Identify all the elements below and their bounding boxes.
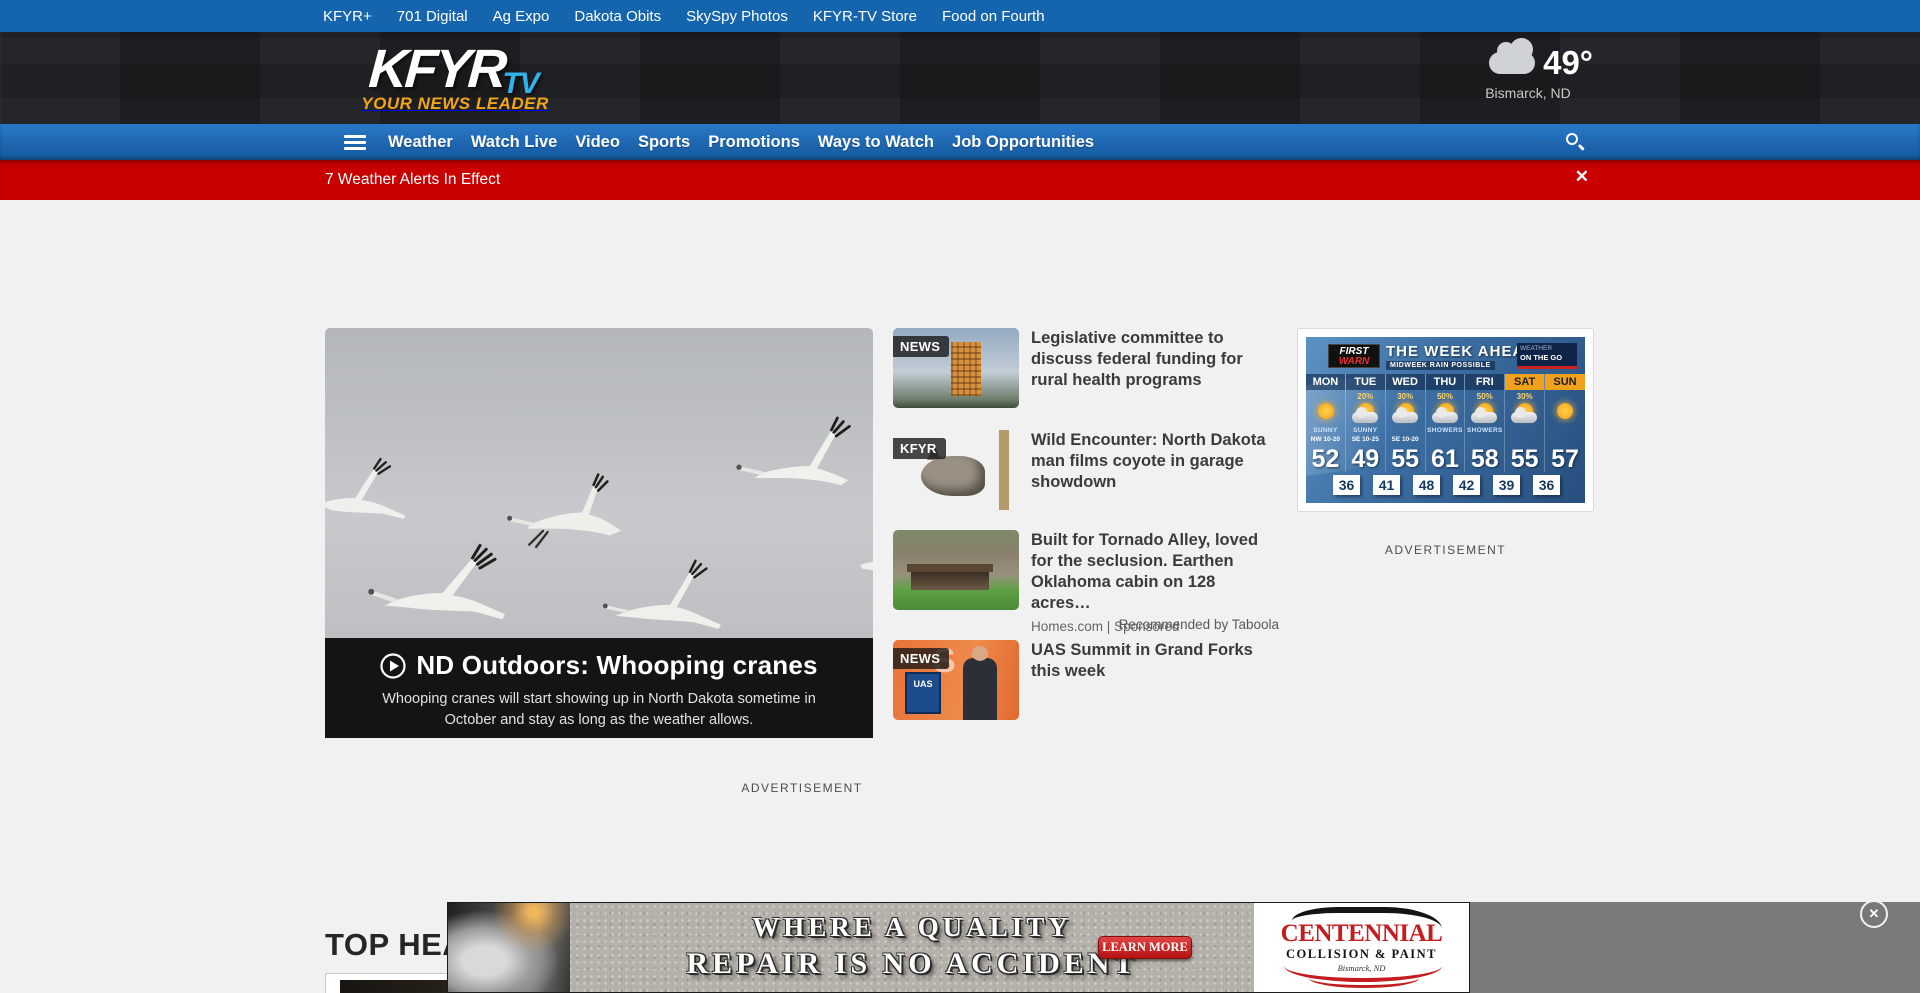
main-navigation: Weather Watch Live Video Sports Promotio…: [0, 124, 1920, 160]
sun-cloud-icon: [1465, 401, 1504, 427]
sun-cloud-icon: [1386, 401, 1425, 427]
sponsor-separator: |: [1107, 619, 1111, 634]
first-warn-logo: FIRST WARN: [1328, 344, 1380, 368]
alert-close-icon[interactable]: ✕: [1575, 168, 1589, 185]
car-silhouette-icon: [1292, 907, 1442, 929]
forecast-day-fri: FRI 50% SHOWERS 58: [1465, 374, 1505, 472]
header-weather-widget[interactable]: 49° Bismarck, ND: [1463, 44, 1593, 101]
nav-weather[interactable]: Weather: [388, 133, 453, 152]
story-headline[interactable]: Legislative committee to discuss federal…: [1031, 328, 1279, 391]
utility-link-store[interactable]: KFYR-TV Store: [813, 8, 917, 25]
story-thumbnail-capitol: NEWS: [893, 328, 1019, 408]
search-icon[interactable]: [1563, 131, 1587, 155]
weather-on-the-go-logo: WEATHER ON THE GO: [1517, 343, 1577, 369]
utility-link-dakota-obits[interactable]: Dakota Obits: [574, 8, 661, 25]
week-ahead-graphic: FIRST WARN THE WEEK AHEAD MIDWEEK RAIN P…: [1306, 337, 1585, 503]
logo-tv-text: TV: [502, 67, 538, 101]
story-thumbnail-cabin: [893, 530, 1019, 610]
story-legislative-committee[interactable]: NEWS Legislative committee to discuss fe…: [893, 328, 1279, 408]
forecast-day-wed: WED 30% SE 10-20 55: [1386, 374, 1426, 472]
sun-cloud-icon: [1346, 401, 1385, 427]
nav-job-opportunities[interactable]: Job Opportunities: [952, 133, 1094, 152]
utility-link-food-on-fourth[interactable]: Food on Fourth: [942, 8, 1045, 25]
story-badge: NEWS: [893, 648, 949, 669]
story-thumbnail-coyote: KFYR: [893, 430, 1019, 510]
advertiser-city: Bismarck, ND: [1254, 963, 1469, 973]
play-icon: [380, 653, 406, 679]
overnight-lows-row: 36 41 48 42 39 36: [1306, 475, 1585, 497]
sponsor-source[interactable]: Homes.com: [1031, 619, 1103, 634]
alert-text[interactable]: 7 Weather Alerts In Effect: [325, 171, 500, 189]
hero-title[interactable]: ND Outdoors: Whooping cranes: [416, 650, 817, 681]
utility-link-ag-expo[interactable]: Ag Expo: [493, 8, 550, 25]
advertisement-label-right: ADVERTISEMENT: [1297, 543, 1594, 557]
nav-watch-live[interactable]: Watch Live: [471, 133, 558, 152]
nav-video[interactable]: Video: [575, 133, 620, 152]
sticky-ad-container: WHERE A QUALITY REPAIR IS NO ACCIDENT LE…: [447, 902, 1920, 993]
hero-subtitle: Whooping cranes will start showing up in…: [359, 689, 839, 731]
weather-location: Bismarck, ND: [1463, 85, 1593, 101]
advertiser-tagline: COLLISION & PAINT: [1254, 947, 1469, 962]
story-badge: NEWS: [893, 336, 949, 357]
site-header: KFYRTV YOUR NEWS LEADER 49° Bismarck, ND: [0, 32, 1920, 124]
sun-cloud-icon: [1545, 401, 1585, 427]
forecast-day-mon: MON SUNNY NW 10-20 52: [1306, 374, 1346, 472]
utility-link-kfyr-plus[interactable]: KFYR+: [323, 8, 372, 25]
utility-link-701-digital[interactable]: 701 Digital: [397, 8, 468, 25]
menu-icon[interactable]: [344, 135, 366, 150]
nav-ways-to-watch[interactable]: Ways to Watch: [818, 133, 934, 152]
story-uas-summit[interactable]: S UAS NEWS UAS Summit in Grand Forks thi…: [893, 640, 1279, 720]
story-wild-encounter[interactable]: KFYR Wild Encounter: North Dakota man fi…: [893, 430, 1279, 510]
forecast-day-sun: SUN 57: [1545, 374, 1585, 472]
centennial-ad-banner[interactable]: WHERE A QUALITY REPAIR IS NO ACCIDENT LE…: [447, 902, 1470, 993]
week-ahead-subtitle: MIDWEEK RAIN POSSIBLE: [1386, 361, 1495, 370]
current-temperature: 49°: [1543, 44, 1593, 82]
story-thumbnail-uas: S UAS NEWS: [893, 640, 1019, 720]
utility-links: KFYR+ 701 Digital Ag Expo Dakota Obits S…: [323, 0, 1045, 32]
nav-sports[interactable]: Sports: [638, 133, 690, 152]
utility-bar: KFYR+ 701 Digital Ag Expo Dakota Obits S…: [0, 0, 1920, 32]
forecast-day-sat: SAT 30% 55: [1505, 374, 1545, 472]
forecast-columns: MON SUNNY NW 10-20 52 TUE 20% SUNNY SE 1…: [1306, 374, 1585, 472]
advertisement-label-left: ADVERTISEMENT: [325, 781, 1279, 795]
uas-screen-text: UAS: [905, 672, 941, 714]
week-ahead-weather-card[interactable]: FIRST WARN THE WEEK AHEAD MIDWEEK RAIN P…: [1297, 328, 1594, 512]
station-logo[interactable]: KFYRTV YOUR NEWS LEADER: [325, 38, 585, 114]
centennial-logo-panel: CENTENNIAL COLLISION & PAINT Bismarck, N…: [1254, 903, 1469, 992]
story-headline[interactable]: Wild Encounter: North Dakota man films c…: [1031, 430, 1279, 493]
sun-cloud-icon: [1306, 401, 1345, 427]
sponsored-headline[interactable]: Built for Tornado Alley, loved for the s…: [1031, 530, 1279, 614]
kfyr-homepage: KFYR+ 701 Digital Ag Expo Dakota Obits S…: [0, 0, 1920, 993]
hero-caption-panel: ND Outdoors: Whooping cranes Whooping cr…: [325, 638, 873, 738]
story-headline[interactable]: UAS Summit in Grand Forks this week: [1031, 640, 1279, 682]
sun-cloud-icon: [1426, 401, 1465, 427]
story-badge: KFYR: [893, 438, 946, 459]
car-crash-photo: [448, 903, 570, 992]
forecast-day-tue: TUE 20% SUNNY SE 10-25 49: [1346, 374, 1386, 472]
week-ahead-title: THE WEEK AHEAD: [1386, 343, 1536, 360]
sun-cloud-icon: [1505, 401, 1544, 427]
cloud-icon: [1489, 52, 1535, 74]
hero-video-story[interactable]: ND Outdoors: Whooping cranes Whooping cr…: [325, 328, 873, 738]
red-swoosh-decoration: [1309, 978, 1419, 988]
taboola-attribution[interactable]: Recommended by Taboola: [1119, 617, 1279, 632]
utility-link-skyspy-photos[interactable]: SkySpy Photos: [686, 8, 788, 25]
learn-more-button[interactable]: LEARN MORE: [1098, 936, 1192, 959]
logo-kfyr-text: KFYR: [367, 38, 506, 100]
nav-promotions[interactable]: Promotions: [708, 133, 800, 152]
ad-close-icon[interactable]: ✕: [1860, 900, 1888, 928]
weather-alert-bar[interactable]: 7 Weather Alerts In Effect ✕: [0, 160, 1920, 200]
forecast-day-thu: THU 50% SHOWERS 61: [1426, 374, 1466, 472]
